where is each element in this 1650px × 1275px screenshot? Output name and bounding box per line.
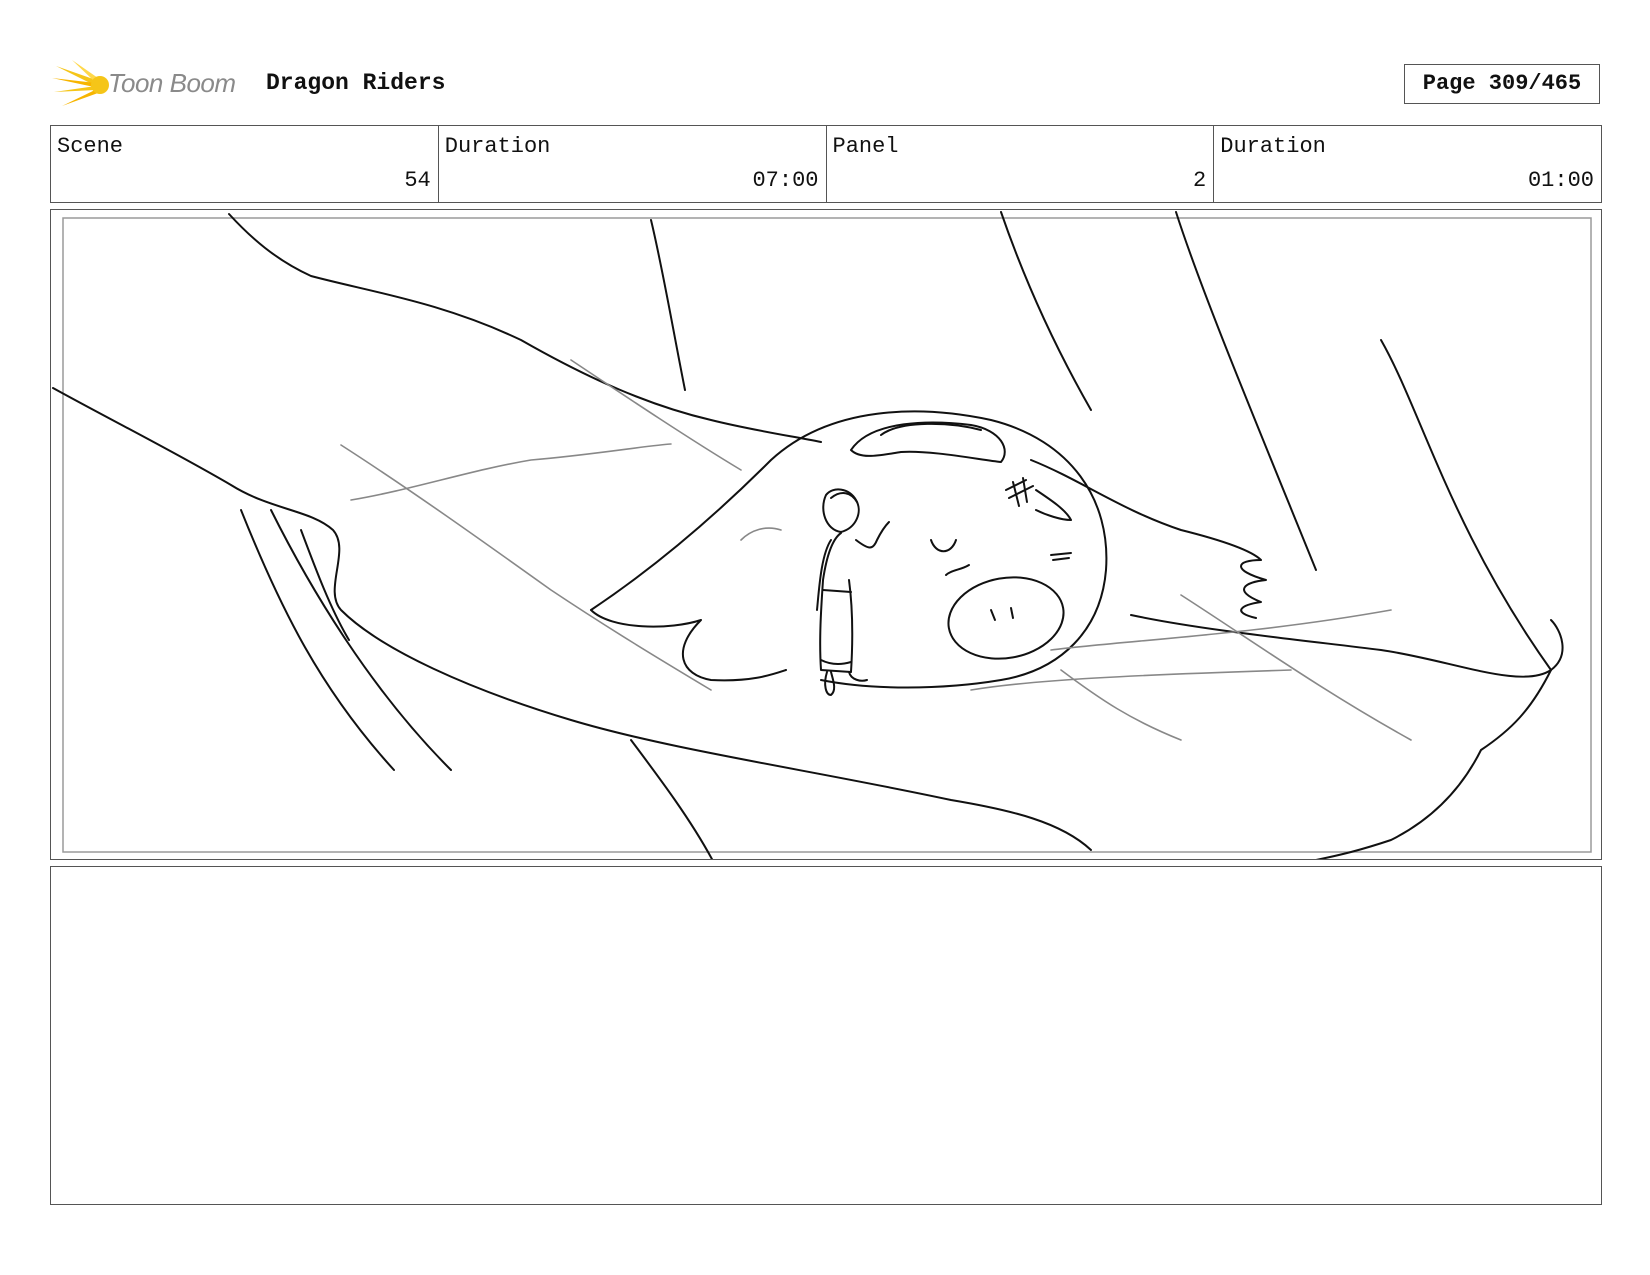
panel-info-table: Scene 54 Duration 07:00 Panel 2 Duration… [50,125,1602,203]
page-indicator: Page 309/465 [1404,64,1600,104]
scene-duration-cell: Duration 07:00 [439,126,827,202]
panel-cell: Panel 2 [827,126,1215,202]
panel-duration-label: Duration [1220,134,1326,159]
scene-value: 54 [404,168,431,193]
storyboard-sketch [52,211,1592,859]
project-title: Dragon Riders [266,70,446,96]
panel-notes-area [50,866,1602,1205]
construction-lines [340,359,1412,741]
safe-frame [62,217,1592,853]
panel-label: Panel [832,134,899,159]
scene-duration-label: Duration [444,134,551,159]
panel-value: 2 [1193,168,1207,193]
panel-duration-value: 01:00 [1527,168,1594,193]
sketch-lines [52,211,1564,859]
panel-duration-cell: Duration 01:00 [1214,126,1601,202]
scene-duration-value: 07:00 [752,168,819,193]
scene-cell: Scene 54 [51,126,439,202]
storyboard-panel [50,209,1602,860]
scene-label: Scene [57,134,124,159]
logo-wordmark: Toon Boom [108,68,236,98]
